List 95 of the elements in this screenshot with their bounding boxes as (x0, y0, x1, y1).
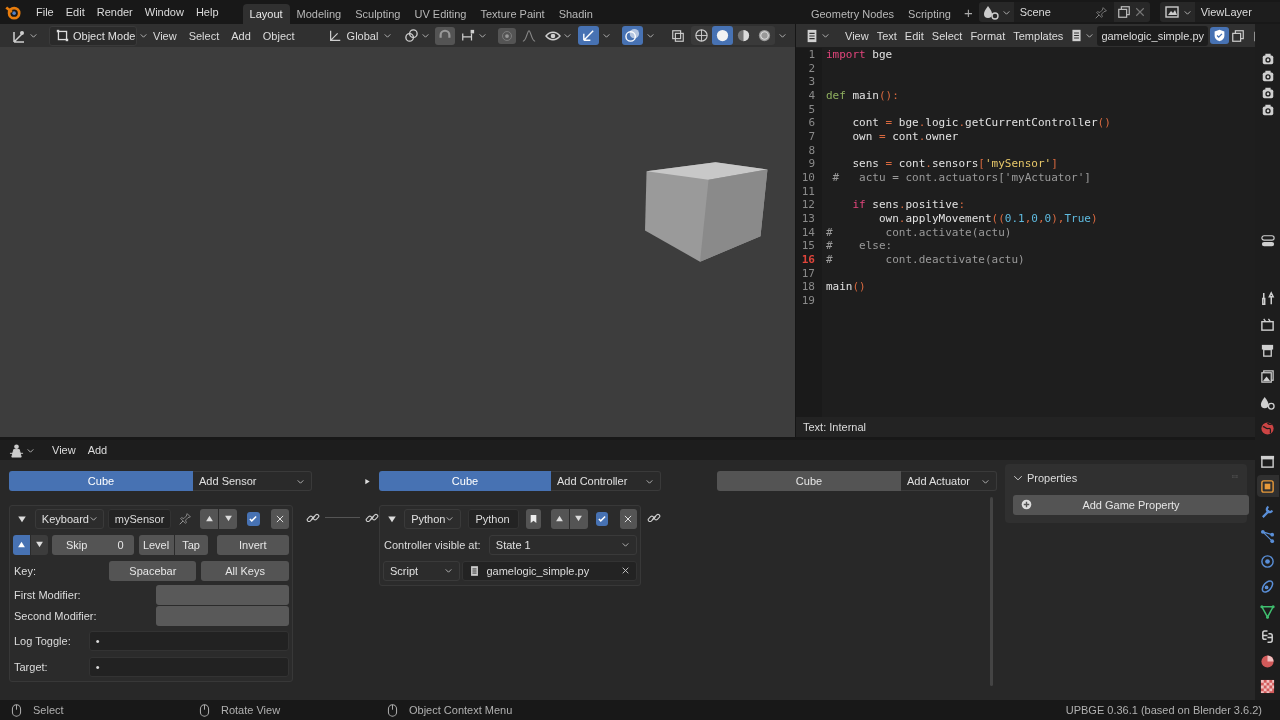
line-number: 6 (807, 116, 815, 131)
line-number: 15 (800, 239, 815, 254)
tap-toggle[interactable]: Tap (174, 534, 208, 555)
scene-field[interactable]: Scene (1013, 2, 1114, 22)
menu-item[interactable]: Format (966, 29, 1010, 42)
object-button[interactable]: Cube (717, 471, 901, 491)
status-hint: Select (33, 704, 64, 716)
menu-item[interactable]: Edit (900, 29, 928, 42)
menu-item[interactable]: Add (81, 444, 114, 456)
script-mode-dropdown[interactable]: Script (383, 560, 461, 581)
invert-toggle[interactable]: Invert (216, 534, 289, 555)
line-number: 4 (807, 89, 815, 103)
field-label: Log Toggle: (13, 634, 72, 647)
code-line: cont = bge.logic.getCurrentController() (851, 116, 1112, 130)
line-number: 9 (807, 157, 815, 172)
add-menu-dropdown[interactable]: Add Sensor (193, 471, 312, 491)
menu-item[interactable]: Help (189, 6, 225, 18)
workspace-tab[interactable]: Geometry Nodes (803, 4, 902, 24)
menu-item[interactable]: Add (225, 29, 257, 42)
footer-text: Text: Internal (803, 421, 866, 433)
menu-item[interactable]: View (46, 444, 82, 456)
level-toggle[interactable]: Level (138, 534, 174, 555)
skip-field[interactable]: Skip 0 (52, 534, 134, 555)
key-button[interactable]: Spacebar (109, 560, 197, 581)
controller-type-dropdown[interactable]: Python (404, 508, 462, 529)
field-label: Second Modifier: (13, 610, 98, 622)
workspace-tab[interactable]: Layout (242, 4, 290, 24)
property-field[interactable]: • (88, 656, 289, 677)
line-number: 7 (807, 130, 815, 144)
menu-item[interactable]: Select (927, 29, 967, 42)
line-number: 2 (807, 61, 815, 76)
workspace-tab[interactable]: Scripting (901, 4, 958, 24)
field-label: Key: (13, 564, 37, 577)
field-label: Controller visible at: (383, 538, 482, 551)
code-line: if sens.positive: (851, 198, 967, 212)
menu-item[interactable]: Window (138, 6, 190, 18)
status-hint: Object Context Menu (409, 704, 513, 716)
workspace-tab[interactable]: Modeling (289, 4, 349, 24)
view-layer-field[interactable]: ViewLayer (1194, 2, 1280, 22)
line-number: 12 (800, 198, 815, 213)
all-keys-button[interactable]: All Keys (201, 560, 289, 581)
file-name-field[interactable]: gamelogic_simple.py (1097, 25, 1209, 46)
field-label: First Modifier: (13, 589, 82, 601)
menu-item[interactable]: Templates (1009, 29, 1068, 42)
menu-item[interactable]: View (841, 29, 873, 42)
field-label: Target: (13, 660, 49, 673)
menu-item[interactable]: Render (90, 6, 139, 18)
line-number: 19 (800, 294, 815, 308)
code-line: sens = cont.sensors['mySensor'] (851, 157, 1059, 171)
line-number: 16 (800, 253, 815, 267)
panel-title[interactable]: Properties (1027, 472, 1078, 484)
line-number: 5 (807, 102, 815, 117)
line-number: 8 (807, 143, 815, 158)
line-number: 18 (800, 280, 815, 295)
property-field[interactable]: • (88, 630, 289, 651)
code-line: own.applyMovement((0.1,0,0),True) (877, 211, 1099, 226)
code-line: own = cont.owner (851, 129, 960, 144)
orientation-dropdown[interactable]: Global (324, 26, 396, 45)
script-field[interactable]: gamelogic_simple.py (462, 560, 637, 581)
sensor-name-field[interactable]: mySensor (107, 508, 172, 529)
line-number: 11 (800, 184, 815, 199)
add-menu-dropdown[interactable]: Add Controller (551, 471, 661, 491)
line-number: 17 (800, 266, 815, 281)
object-button[interactable]: Cube (9, 471, 193, 491)
workspace-tab[interactable]: Shadin (551, 4, 600, 24)
add-menu-dropdown[interactable]: Add Actuator (901, 471, 997, 491)
line-number: 1 (807, 48, 815, 62)
workspace-tab[interactable]: Texture Paint (473, 4, 552, 24)
menu-item[interactable]: Select (182, 29, 226, 42)
code-line: import bge (826, 48, 894, 62)
code-line: # cont.deactivate(actu) (826, 252, 1026, 267)
add-game-property-button[interactable]: Add Game Property (1013, 495, 1249, 515)
menu-item[interactable]: View (147, 29, 183, 42)
code-line: def main(): (826, 88, 900, 103)
sensor-type-dropdown[interactable]: Keyboard (34, 508, 104, 529)
add-workspace-button[interactable]: + (957, 3, 979, 21)
object-button[interactable]: Cube (379, 471, 551, 491)
menu-item[interactable]: Object (256, 29, 301, 42)
status-hint: Rotate View (221, 704, 281, 716)
menu-item[interactable]: Text (872, 29, 901, 42)
controller-name-field[interactable]: Python (468, 508, 520, 529)
state-dropdown[interactable]: State 1 (488, 534, 637, 555)
line-number: 3 (807, 75, 815, 89)
workspace-tab[interactable]: UV Editing (407, 4, 474, 24)
workspace-tab[interactable]: Sculpting (348, 4, 408, 24)
line-number: 14 (800, 225, 815, 240)
line-number: 13 (800, 212, 815, 226)
code-line: # cont.activate(actu) (826, 225, 1013, 240)
code-line: main() (826, 280, 867, 294)
code-line: # else: (826, 239, 894, 253)
menu-item[interactable]: Edit (59, 6, 91, 18)
line-number: 10 (800, 171, 815, 185)
version-text: UPBGE 0.36.1 (based on Blender 3.6.2) (1065, 704, 1263, 716)
menu-item[interactable]: File (30, 6, 60, 18)
code-line: # actu = cont.actuators['myActuator'] (831, 170, 1092, 185)
